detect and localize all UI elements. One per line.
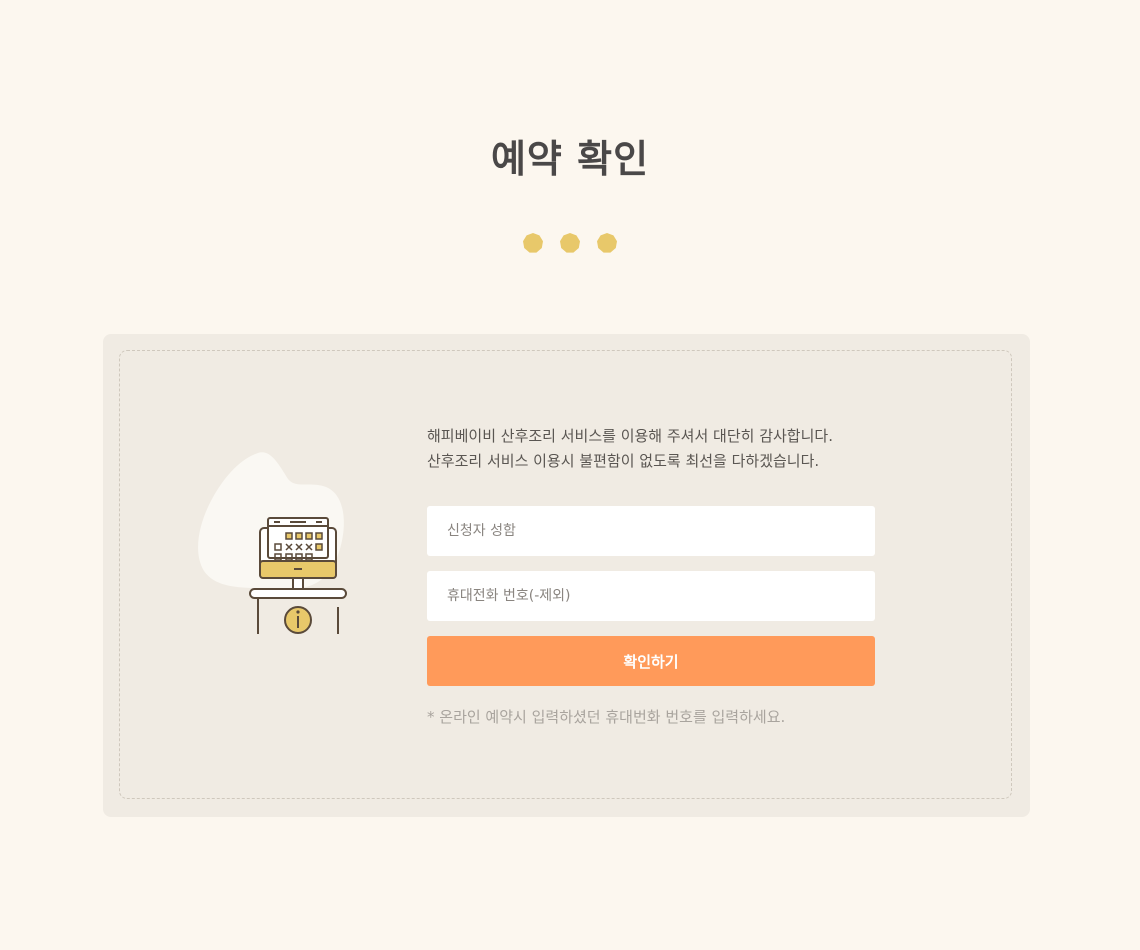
phone-note: * 온라인 예약시 입력하셨던 휴대번화 번호를 입력하세요. <box>427 708 786 726</box>
reservation-check-page: 예약 확인 해피베이비 산후조리 서비스를 이용해 주셔서 대단히 감사합니다.… <box>0 0 1140 950</box>
dot-icon <box>560 233 580 253</box>
phone-number-input[interactable] <box>427 571 875 621</box>
confirm-button[interactable]: 확인하기 <box>427 636 875 686</box>
page-title: 예약 확인 <box>490 137 650 181</box>
calendar-kiosk-icon <box>198 452 347 634</box>
decorative-dots <box>0 233 1140 253</box>
reservation-card: 해피베이비 산후조리 서비스를 이용해 주셔서 대단히 감사합니다. 산후조리 … <box>103 334 1030 817</box>
intro-text: 해피베이비 산후조리 서비스를 이용해 주셔서 대단히 감사합니다. 산후조리 … <box>427 424 833 474</box>
intro-line-1: 해피베이비 산후조리 서비스를 이용해 주셔서 대단히 감사합니다. <box>427 427 833 445</box>
intro-line-2: 산후조리 서비스 이용시 불편함이 없도록 최선을 다하겠습니다. <box>427 452 820 470</box>
dot-icon <box>523 233 543 253</box>
dot-icon <box>597 233 617 253</box>
card-dashed-frame: 해피베이비 산후조리 서비스를 이용해 주셔서 대단히 감사합니다. 산후조리 … <box>119 350 1012 799</box>
applicant-name-input[interactable] <box>427 506 875 556</box>
